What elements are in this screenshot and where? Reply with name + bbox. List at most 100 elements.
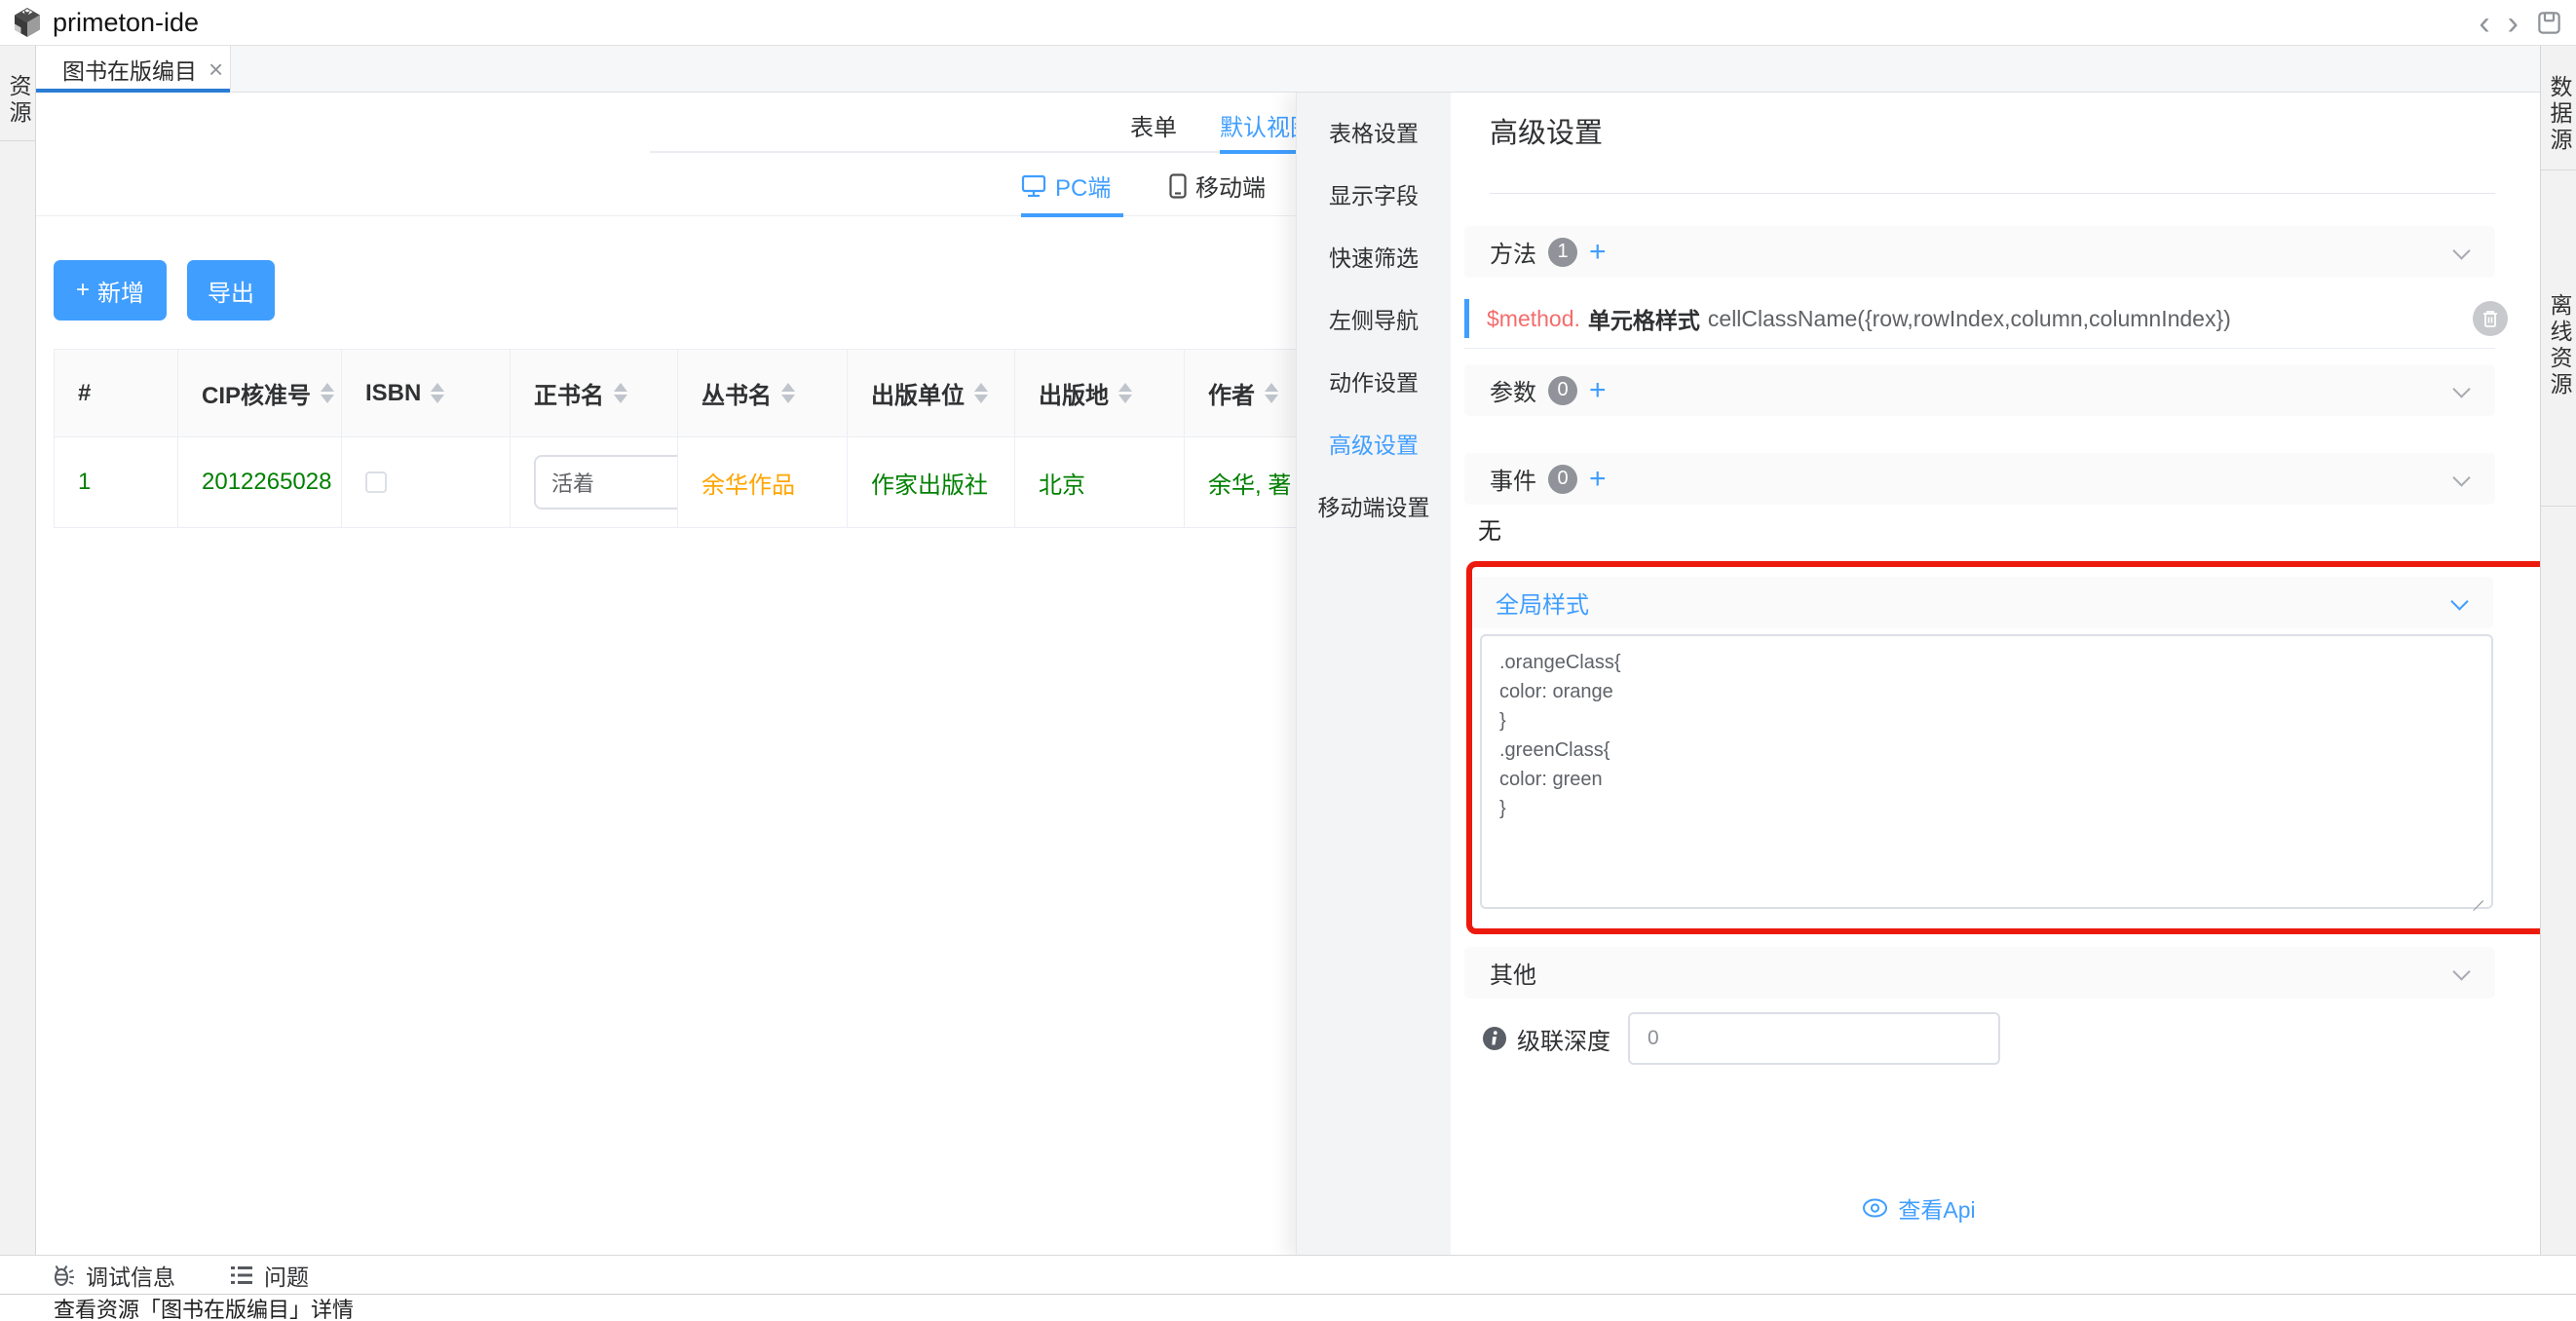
cell-publisher: 作家出版社 [848, 437, 1015, 527]
resize-handle[interactable] [2470, 887, 2485, 903]
titlebar-actions: ‹ › [2479, 0, 2562, 46]
forward-icon[interactable]: › [2508, 7, 2519, 40]
delete-method-button[interactable] [2473, 301, 2508, 336]
sort-icon[interactable] [614, 383, 627, 403]
app-logo-icon [12, 7, 43, 38]
method-divider [1464, 348, 2495, 349]
device-toggle-mobile[interactable]: 移动端 [1169, 169, 1266, 203]
settings-menu: 表格设置 显示字段 快速筛选 左侧导航 动作设置 高级设置 移动端设置 [1297, 93, 1451, 1259]
menu-item-table-settings[interactable]: 表格设置 [1297, 100, 1451, 163]
global-style-textarea[interactable]: .orangeClass{ color: orange } .greenClas… [1480, 634, 2493, 909]
left-rail: 资源 [0, 46, 36, 1255]
cell-index: 1 [55, 437, 178, 527]
events-count-badge: 0 [1548, 465, 1577, 494]
global-style-section-header[interactable]: 全局样式 [1470, 577, 2493, 628]
cell-isbn [342, 437, 511, 527]
column-header-cip[interactable]: CIP核准号 [178, 350, 342, 437]
close-icon[interactable]: × [208, 57, 223, 82]
cascade-depth-row: 级联深度 [1482, 1012, 2000, 1065]
book-title-input[interactable] [534, 455, 678, 510]
view-api-link[interactable]: 查看Api [1297, 1191, 2541, 1225]
editor-tab-active-bar [36, 89, 230, 93]
device-mobile-label: 移动端 [1195, 169, 1266, 203]
menu-item-advanced-settings[interactable]: 高级设置 [1297, 412, 1451, 474]
right-rail: 数据源 离线资源 [2540, 46, 2576, 1255]
debug-info-label: 调试信息 [86, 1259, 175, 1292]
isbn-checkbox[interactable] [365, 472, 387, 493]
column-header-isbn[interactable]: ISBN [342, 350, 511, 437]
rail-tab-offline[interactable]: 离线资源 [2541, 170, 2576, 507]
rail-tab-datasource[interactable]: 数据源 [2541, 46, 2576, 170]
column-header-series[interactable]: 丛书名 [678, 350, 848, 437]
sort-icon[interactable] [781, 383, 795, 403]
bug-icon [51, 1263, 76, 1288]
list-icon [229, 1264, 254, 1287]
sort-icon[interactable] [1265, 383, 1278, 403]
cell-title [511, 437, 678, 527]
params-section-header[interactable]: 参数 0 + [1464, 364, 2495, 416]
chevron-down-icon [2452, 242, 2470, 259]
cell-place: 北京 [1015, 437, 1185, 527]
rail-tab-resources[interactable]: 资源 [0, 46, 35, 141]
add-event-button[interactable]: + [1589, 465, 1607, 494]
column-header-index[interactable]: # [55, 350, 178, 437]
menu-item-left-nav[interactable]: 左侧导航 [1297, 287, 1451, 350]
menu-item-action-settings[interactable]: 动作设置 [1297, 350, 1451, 412]
device-toggle-pc[interactable]: PC端 [1021, 169, 1111, 203]
save-icon[interactable] [2536, 10, 2562, 36]
problems-button[interactable]: 问题 [229, 1259, 309, 1292]
export-button[interactable]: 导出 [187, 260, 275, 321]
chevron-down-icon [2452, 469, 2470, 486]
back-icon[interactable]: ‹ [2479, 7, 2489, 40]
app-window: primeton-ide ‹ › 资源 数据源 离线资源 图书在版编目 × [0, 0, 2576, 1321]
sort-icon[interactable] [431, 383, 444, 403]
data-table: # CIP核准号 ISBN 正书名 丛书名 [54, 349, 1493, 528]
table-header-row: # CIP核准号 ISBN 正书名 丛书名 [55, 350, 1492, 437]
column-header-title[interactable]: 正书名 [511, 350, 678, 437]
menu-item-mobile-settings[interactable]: 移动端设置 [1297, 474, 1451, 537]
methods-section-header[interactable]: 方法 1 + [1464, 226, 2495, 278]
cascade-depth-label: 级联深度 [1517, 1022, 1610, 1056]
add-button[interactable]: + 新增 [54, 260, 167, 321]
editor-tab-label: 图书在版编目 [62, 53, 197, 86]
column-header-place[interactable]: 出版地 [1015, 350, 1185, 437]
debug-info-button[interactable]: 调试信息 [51, 1259, 175, 1292]
settings-content: 高级设置 方法 1 + $method. 单元格样式 cellClassName… [1451, 93, 2541, 1259]
export-button-label: 导出 [208, 274, 254, 308]
events-empty-text: 无 [1478, 511, 1501, 546]
device-pc-label: PC端 [1055, 169, 1111, 203]
sort-icon[interactable] [974, 383, 988, 403]
eye-icon [1862, 1197, 1888, 1219]
status-bar: 查看资源「图书在版编目」详情 [0, 1294, 2576, 1321]
tab-form[interactable]: 表单 [1130, 108, 1177, 142]
menu-item-quick-filter[interactable]: 快速筛选 [1297, 225, 1451, 287]
info-icon [1482, 1026, 1507, 1051]
method-item[interactable]: $method. 单元格样式 cellClassName({row,rowInd… [1464, 293, 2495, 344]
method-prefix: $method. [1487, 306, 1580, 332]
add-param-button[interactable]: + [1589, 376, 1607, 405]
trash-icon [2481, 309, 2499, 328]
device-active-underline [1021, 213, 1123, 217]
method-signature: cellClassName({row,rowIndex,column,colum… [1708, 306, 2231, 332]
sort-icon[interactable] [1118, 383, 1132, 403]
methods-count-badge: 1 [1548, 238, 1577, 267]
add-method-button[interactable]: + [1589, 238, 1607, 267]
panel-title: 高级设置 [1490, 110, 1603, 151]
other-section-header[interactable]: 其他 [1464, 947, 2495, 999]
method-item-bar [1464, 299, 1469, 338]
column-header-publisher[interactable]: 出版单位 [848, 350, 1015, 437]
editor-tabstrip: 图书在版编目 × [36, 46, 2540, 93]
events-section-header[interactable]: 事件 0 + [1464, 453, 2495, 505]
cell-series: 余华作品 [678, 437, 848, 527]
method-name: 单元格样式 [1588, 302, 1700, 335]
sort-icon[interactable] [321, 383, 334, 403]
cell-cip: 2012265028 [178, 437, 342, 527]
menu-item-display-fields[interactable]: 显示字段 [1297, 163, 1451, 225]
titlebar: primeton-ide ‹ › [0, 0, 2576, 46]
add-button-label: 新增 [97, 274, 144, 308]
view-api-label: 查看Api [1898, 1191, 1975, 1225]
editor-tab[interactable]: 图书在版编目 × [36, 46, 231, 93]
cascade-depth-input[interactable] [1628, 1012, 2000, 1065]
app-title: primeton-ide [53, 8, 199, 38]
chevron-down-icon [2452, 380, 2470, 397]
